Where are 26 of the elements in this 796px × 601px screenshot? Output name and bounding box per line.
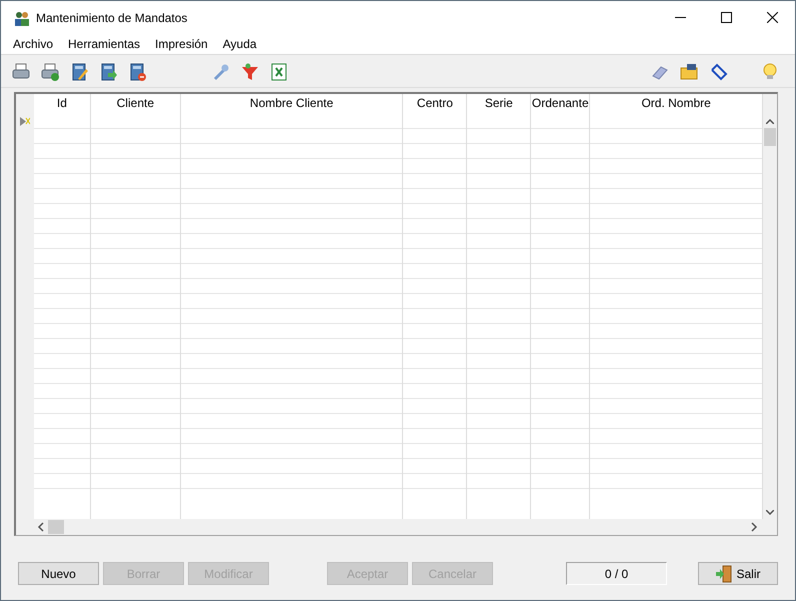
maximize-icon[interactable] bbox=[720, 12, 732, 23]
menu-item[interactable]: Impresión bbox=[147, 37, 215, 51]
spreadsheet-icon[interactable] bbox=[269, 62, 289, 82]
column-header[interactable]: Cliente bbox=[90, 94, 180, 114]
column-header[interactable]: Ordenante bbox=[531, 94, 590, 114]
folder-icon[interactable] bbox=[679, 62, 699, 82]
action-button[interactable]: Nuevo bbox=[18, 562, 99, 585]
menu-item[interactable]: Archivo bbox=[5, 37, 60, 51]
record-counter: 0 / 0 bbox=[566, 562, 667, 585]
door-exit-icon bbox=[715, 564, 734, 582]
printer-add-icon[interactable] bbox=[40, 62, 60, 82]
column-header[interactable]: Centro bbox=[403, 94, 466, 114]
menu-item[interactable]: Herramientas bbox=[60, 37, 148, 51]
column-header[interactable]: Nombre Cliente bbox=[180, 94, 402, 114]
funnel-icon[interactable] bbox=[240, 62, 260, 82]
menu-item[interactable]: Ayuda bbox=[214, 37, 264, 51]
exit-button[interactable]: Salir bbox=[698, 562, 778, 585]
close-icon[interactable] bbox=[766, 12, 778, 23]
window-title: Mantenimiento de Mandatos bbox=[36, 10, 188, 24]
column-header[interactable]: Id bbox=[34, 94, 90, 114]
people-icon bbox=[14, 10, 30, 26]
column-header[interactable]: Ord. Nombre bbox=[590, 94, 762, 114]
scroll-thumb[interactable] bbox=[764, 128, 776, 146]
new-row-icon bbox=[20, 117, 30, 126]
scroll-thumb[interactable] bbox=[48, 520, 64, 534]
column-header[interactable]: Serie bbox=[467, 94, 530, 114]
